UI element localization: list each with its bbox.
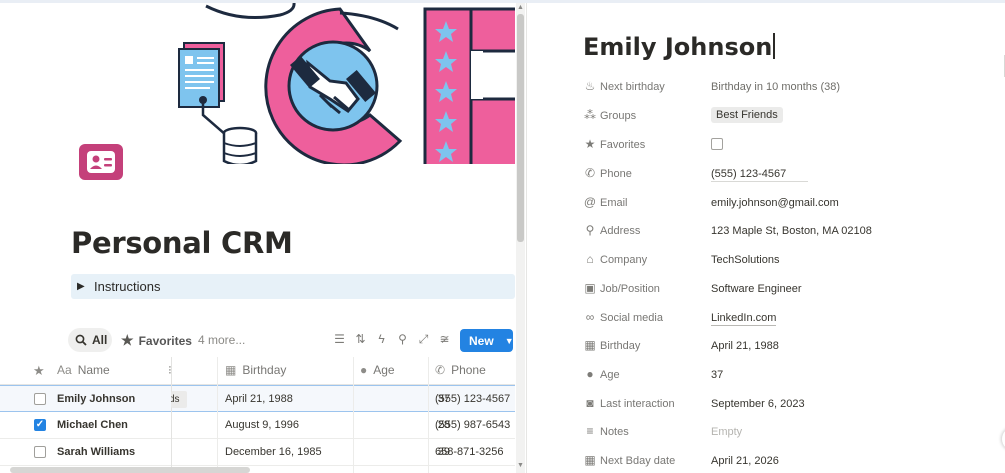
pin-icon: ⚲ bbox=[585, 223, 595, 237]
property-birthday[interactable]: ▦ Birthday April 21, 1988 bbox=[583, 337, 1003, 357]
phone-icon: ✆ bbox=[584, 166, 596, 180]
cover-image bbox=[170, 3, 515, 164]
new-button-label: New bbox=[469, 333, 494, 348]
tab-all-label: All bbox=[92, 333, 108, 347]
favorite-column-star-icon[interactable]: ★ bbox=[33, 363, 51, 379]
tab-all[interactable]: All bbox=[68, 328, 112, 352]
database-page: Personal CRM ▶ Instructions All ★ Favori… bbox=[0, 3, 515, 473]
frozen-column-divider bbox=[171, 357, 172, 473]
text-caret bbox=[773, 33, 776, 59]
record-side-peek: Emily Johnson ♨ Next birthday Birthday i… bbox=[526, 3, 1005, 473]
expand-icon[interactable]: ⤢ bbox=[418, 332, 429, 346]
row-name[interactable]: Emily Johnson bbox=[57, 393, 135, 405]
favorite-checkbox[interactable]: ✓ bbox=[34, 419, 46, 431]
column-header-age[interactable]: ● Age bbox=[360, 363, 395, 377]
row-phone[interactable]: (555) 987-6543 bbox=[435, 419, 510, 431]
filter-icon[interactable]: ☰ bbox=[334, 332, 345, 346]
sort-icon[interactable]: ⇅ bbox=[355, 332, 366, 346]
row-name[interactable]: Sarah Williams bbox=[57, 446, 135, 458]
column-header-phone[interactable]: ✆ Phone bbox=[435, 363, 486, 377]
instructions-toggle[interactable]: ▶ Instructions bbox=[71, 274, 515, 299]
chevron-down-icon[interactable]: ▼ bbox=[505, 336, 514, 346]
record-title[interactable]: Emily Johnson bbox=[583, 33, 776, 61]
column-divider bbox=[353, 357, 354, 473]
view-toolbar: ☰ ⇅ ϟ ⚲ ⤢ ≆ bbox=[334, 332, 450, 347]
tab-favorites-label: Favorites bbox=[138, 333, 192, 348]
group-tag[interactable]: Best Friends bbox=[711, 107, 783, 123]
cake-icon: ♨ bbox=[584, 79, 596, 93]
favorites-checkbox[interactable] bbox=[711, 138, 723, 150]
groups-icon: ⁂ bbox=[584, 108, 596, 122]
page-title: Personal CRM bbox=[71, 226, 293, 260]
text-property-icon: Aa bbox=[57, 363, 72, 377]
triangle-right-icon: ▶ bbox=[77, 281, 85, 292]
instructions-label: Instructions bbox=[94, 279, 161, 294]
row-birthday[interactable]: December 16, 1985 bbox=[225, 446, 322, 458]
vertical-scrollbar-thumb[interactable] bbox=[517, 14, 524, 242]
new-button[interactable]: New ▼ bbox=[460, 329, 514, 352]
column-divider bbox=[217, 357, 218, 473]
property-next-birthday[interactable]: ♨ Next birthday Birthday in 10 months (3… bbox=[583, 78, 1003, 98]
row-phone[interactable]: 658-871-3256 bbox=[435, 446, 504, 458]
row-phone[interactable]: (555) 123-4567 bbox=[435, 393, 510, 405]
search-icon bbox=[75, 334, 87, 346]
property-favorites[interactable]: ★ Favorites bbox=[583, 136, 1003, 156]
automation-bolt-icon[interactable]: ϟ bbox=[376, 332, 387, 346]
calendar-icon: ▦ bbox=[584, 338, 596, 352]
table-header: ★ Aa Name ⁝ ▦ Birthday ● Age ✆ Phone bbox=[0, 357, 515, 385]
table-row[interactable]: Emily Johnson April 21, 1988 37 (555) 12… bbox=[0, 385, 515, 412]
horizontal-scrollbar[interactable] bbox=[10, 467, 250, 473]
property-phone[interactable]: ✆ Phone (555) 123-4567 bbox=[583, 165, 1003, 185]
column-header-groups-edge[interactable]: ⁝ bbox=[168, 363, 178, 377]
property-address[interactable]: ⚲ Address 123 Maple St, Boston, MA 02108 bbox=[583, 222, 1003, 242]
row-birthday[interactable]: April 21, 1988 bbox=[225, 393, 293, 405]
calendar-icon: ▦ bbox=[225, 363, 237, 377]
favorite-checkbox[interactable] bbox=[34, 393, 46, 405]
property-job-position[interactable]: ▣ Job/Position Software Engineer bbox=[583, 280, 1003, 300]
column-header-birthday[interactable]: ▦ Birthday bbox=[225, 363, 286, 377]
person-icon: ● bbox=[360, 363, 368, 377]
notes-icon: ≡ bbox=[586, 424, 594, 438]
link-icon: ∞ bbox=[585, 310, 595, 324]
row-name[interactable]: Michael Chen bbox=[57, 419, 128, 431]
calendar-icon: ▦ bbox=[584, 453, 596, 467]
more-views-button[interactable]: 4 more... bbox=[198, 333, 245, 347]
property-age[interactable]: ● Age 37 bbox=[583, 366, 1003, 386]
star-icon: ★ bbox=[584, 137, 596, 151]
at-icon: @ bbox=[583, 195, 597, 209]
star-icon: ★ bbox=[121, 332, 134, 348]
building-icon: ⌂ bbox=[586, 252, 594, 266]
contact-card-icon[interactable] bbox=[79, 144, 123, 180]
property-last-interaction[interactable]: ◙ Last interaction September 6, 2023 bbox=[583, 395, 1003, 415]
contacts-table: ★ Aa Name ⁝ ▦ Birthday ● Age ✆ Phone Emi… bbox=[0, 357, 515, 466]
person-icon: ● bbox=[586, 367, 594, 381]
settings-sliders-icon[interactable]: ≆ bbox=[439, 332, 450, 346]
property-next-bday-date[interactable]: ▦ Next Bday date April 21, 2026 bbox=[583, 452, 1003, 472]
chat-icon: ◙ bbox=[586, 396, 594, 410]
tab-favorites[interactable]: ★ Favorites bbox=[121, 332, 192, 349]
favorite-checkbox[interactable] bbox=[34, 446, 46, 458]
groups-tag-partial[interactable]: ds bbox=[171, 391, 187, 408]
search-icon[interactable]: ⚲ bbox=[397, 332, 408, 346]
property-notes[interactable]: ≡ Notes Empty bbox=[583, 423, 1003, 443]
briefcase-icon: ▣ bbox=[584, 281, 596, 295]
scroll-down-arrow-icon[interactable]: ▼ bbox=[517, 462, 524, 469]
property-social-media[interactable]: ∞ Social media LinkedIn.com bbox=[583, 309, 1003, 329]
phone-icon: ✆ bbox=[435, 363, 446, 377]
table-row[interactable]: ✓ Michael Chen August 9, 1996 28 (555) 9… bbox=[0, 412, 515, 439]
view-tabs-bar: All ★ Favorites 4 more... ☰ ⇅ ϟ ⚲ ⤢ ≆ Ne… bbox=[68, 326, 515, 354]
scroll-up-arrow-icon[interactable]: ▲ bbox=[517, 4, 524, 11]
column-header-name[interactable]: Aa Name bbox=[57, 363, 110, 377]
table-row[interactable]: Sarah Williams December 16, 1985 39 658-… bbox=[0, 439, 515, 466]
column-divider bbox=[428, 357, 429, 473]
property-email[interactable]: @ Email emily.johnson@gmail.com bbox=[583, 194, 1003, 214]
row-birthday[interactable]: August 9, 1996 bbox=[225, 419, 299, 431]
property-company[interactable]: ⌂ Company TechSolutions bbox=[583, 251, 1003, 271]
property-groups[interactable]: ⁂ Groups Best Friends bbox=[583, 107, 1003, 127]
